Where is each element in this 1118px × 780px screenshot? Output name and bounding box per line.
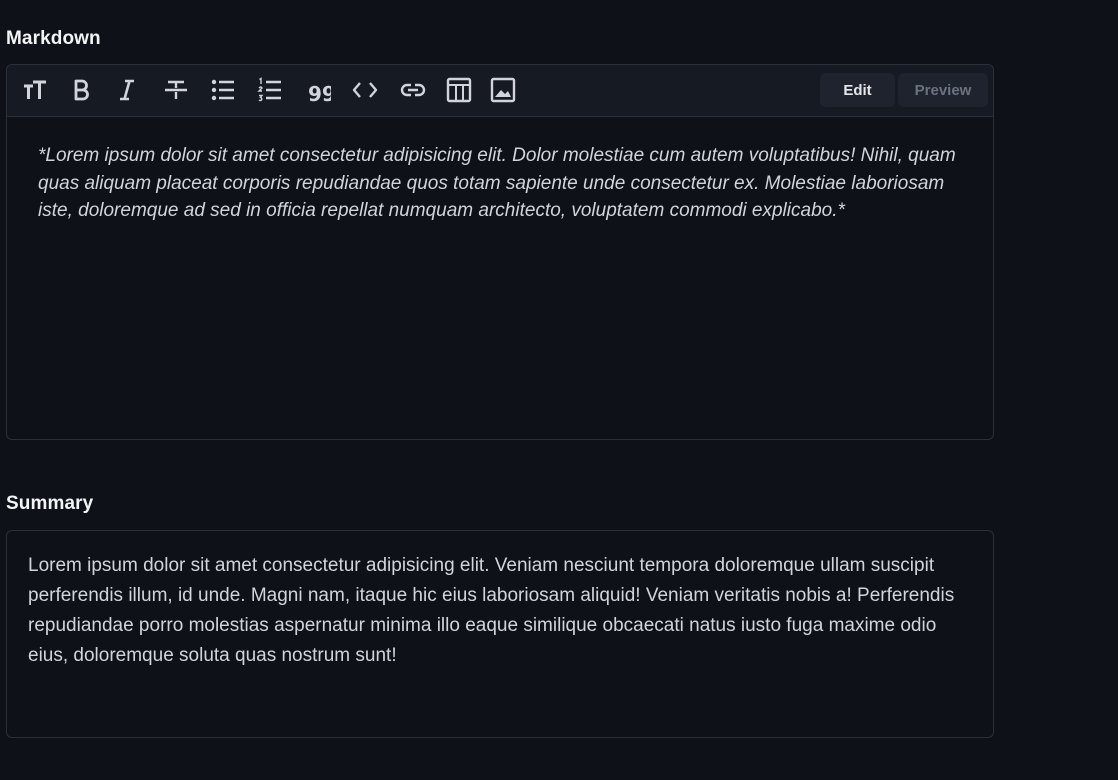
- svg-text:99: 99: [308, 82, 331, 103]
- markdown-textarea[interactable]: *Lorem ipsum dolor sit amet consectetur …: [38, 142, 973, 225]
- image-button[interactable]: [489, 76, 517, 104]
- bullet-list-icon: [211, 79, 234, 101]
- numbered-list-icon: [257, 77, 281, 102]
- editor-toolbar: 99 Edit Preview: [7, 65, 993, 117]
- italic-icon: [120, 79, 134, 101]
- text-size-icon: [24, 80, 46, 99]
- quote-icon: 99: [308, 82, 331, 103]
- quote-button[interactable]: 99: [304, 76, 332, 104]
- code-icon: [352, 82, 378, 98]
- image-icon: [490, 77, 516, 103]
- text-size-button[interactable]: [21, 76, 49, 104]
- code-button[interactable]: [351, 76, 379, 104]
- strikethrough-button[interactable]: [162, 76, 190, 104]
- bullet-list-button[interactable]: [209, 76, 237, 104]
- strikethrough-icon: [165, 80, 187, 99]
- link-icon: [400, 83, 426, 97]
- numbered-list-button[interactable]: [256, 76, 284, 104]
- link-button[interactable]: [399, 76, 427, 104]
- summary-textarea[interactable]: Lorem ipsum dolor sit amet consectetur a…: [6, 530, 994, 738]
- markdown-label: Markdown: [6, 28, 101, 49]
- bold-button[interactable]: [67, 76, 95, 104]
- italic-button[interactable]: [113, 76, 141, 104]
- markdown-editor: 99 Edit Preview *Lo: [6, 64, 994, 440]
- table-button[interactable]: [445, 76, 473, 104]
- edit-mode-button[interactable]: Edit: [820, 73, 895, 107]
- summary-label: Summary: [6, 493, 94, 514]
- preview-mode-button[interactable]: Preview: [898, 73, 988, 107]
- bold-icon: [74, 79, 89, 101]
- summary-text: Lorem ipsum dolor sit amet consectetur a…: [28, 555, 955, 666]
- table-icon: [446, 77, 472, 103]
